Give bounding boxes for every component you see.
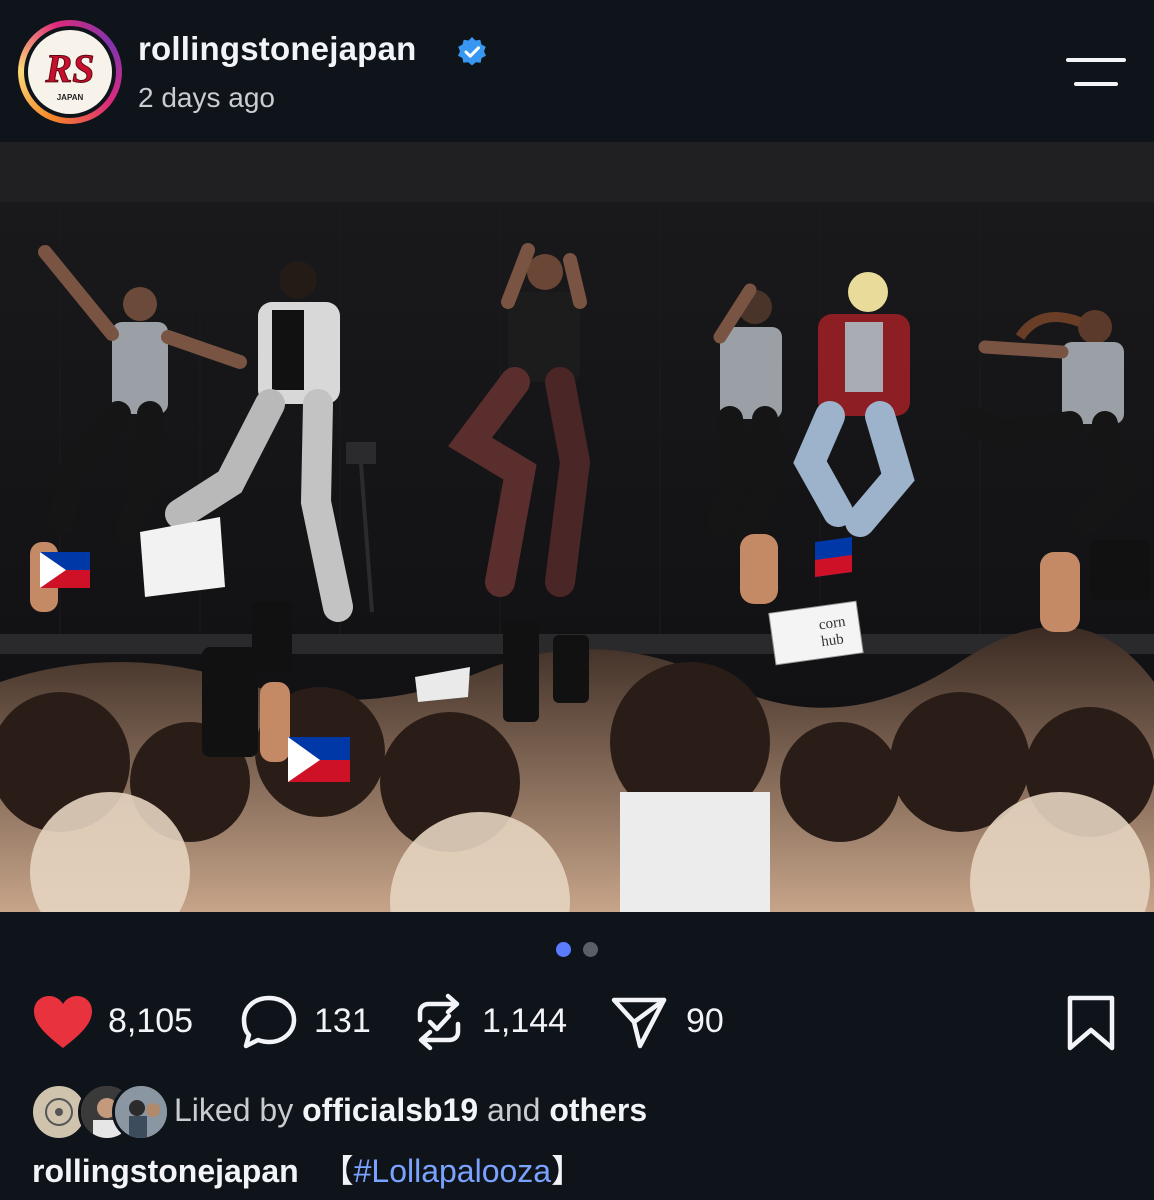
carousel-indicator — [0, 940, 1154, 960]
share-icon[interactable] — [610, 994, 668, 1050]
svg-text:hub: hub — [820, 631, 845, 650]
caption-bracket-open: 【 — [321, 1153, 354, 1189]
like-count[interactable]: 8,105 — [108, 1002, 193, 1041]
caption-hashtag[interactable]: #Lollapalooza — [354, 1153, 552, 1189]
caption-bracket-close: 】 — [551, 1153, 584, 1189]
post-caption: rollingstonejapan 【#Lollapalooza】 — [32, 1146, 583, 1192]
liked-by-text: Liked by officialsb19 and others — [174, 1092, 648, 1128]
liker-avatar-3[interactable] — [112, 1083, 170, 1141]
post-photo[interactable]: corn hub — [0, 142, 1154, 912]
comment-icon[interactable] — [240, 994, 298, 1050]
liked-by-user[interactable]: officialsb19 — [302, 1092, 478, 1128]
post-actions: 8,105 131 1,144 90 — [0, 990, 1154, 1054]
bookmark-icon[interactable] — [1066, 994, 1116, 1052]
liked-by-row: Liked by officialsb19 and others — [0, 1080, 1154, 1141]
post-username[interactable]: rollingstonejapan — [138, 30, 416, 68]
repost-icon[interactable] — [412, 992, 466, 1052]
comment-count[interactable]: 131 — [314, 1002, 371, 1041]
post-timestamp: 2 days ago — [138, 82, 275, 113]
carousel-dot-active — [556, 942, 571, 957]
post-header: RS JAPAN rollingstonejapan 2 days ago — [0, 0, 1154, 142]
caption-username[interactable]: rollingstonejapan — [32, 1153, 299, 1189]
share-count[interactable]: 90 — [686, 1002, 724, 1041]
svg-text:RS: RS — [45, 46, 95, 91]
rolling-stone-logo: RS JAPAN — [28, 30, 112, 114]
liked-by-others[interactable]: others — [549, 1092, 647, 1128]
repost-count[interactable]: 1,144 — [482, 1002, 567, 1041]
heart-icon[interactable] — [32, 994, 94, 1050]
svg-text:JAPAN: JAPAN — [57, 93, 84, 102]
menu-icon[interactable] — [1066, 54, 1126, 88]
philippine-flag — [40, 552, 90, 588]
profile-avatar[interactable]: RS JAPAN — [18, 20, 122, 124]
verified-badge-icon — [458, 37, 486, 66]
carousel-dot — [583, 942, 598, 957]
